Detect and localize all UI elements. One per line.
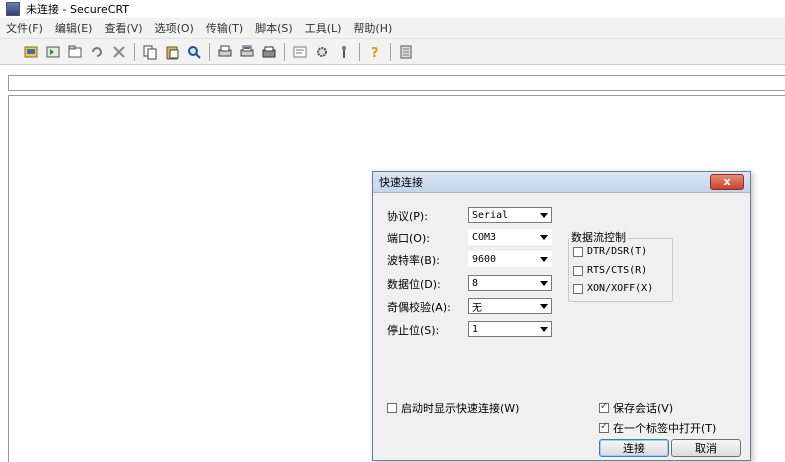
find-icon[interactable] <box>186 44 202 60</box>
cancel-button[interactable]: 取消 <box>671 439 741 457</box>
protocol-label: 协议(P): <box>387 210 428 223</box>
stopbits-value: 1 <box>472 323 479 335</box>
dtr-dsr-checkbox[interactable]: DTR/DSR(T) <box>573 246 647 257</box>
checkbox-box <box>573 246 583 257</box>
port-value: COM3 <box>472 231 497 243</box>
parity-select[interactable]: 无 <box>468 298 552 314</box>
help-icon[interactable]: ? <box>367 44 383 60</box>
session-tab-strip <box>8 75 785 91</box>
toolbar: ? <box>0 39 785 65</box>
sftp-icon[interactable] <box>398 44 414 60</box>
quick-connect-icon[interactable] <box>45 44 61 60</box>
databits-select[interactable]: 8 <box>468 275 552 291</box>
show-on-startup-checkbox[interactable]: 启动时显示快速连接(W) <box>387 400 519 416</box>
rts-cts-label: RTS/CTS(R) <box>587 265 648 276</box>
baud-label: 波特率(B): <box>387 254 440 267</box>
checkbox-box <box>599 401 609 413</box>
menu-bar: 文件(F) 编辑(E) 查看(V) 选项(O) 传输(T) 脚本(S) 工具(L… <box>0 18 785 39</box>
reconnect-icon[interactable] <box>89 44 105 60</box>
close-button[interactable]: x <box>710 174 744 190</box>
close-icon: x <box>723 175 731 188</box>
toolbar-separator <box>390 42 391 61</box>
checkbox-box <box>387 403 397 413</box>
parity-value: 无 <box>472 302 482 314</box>
connect-icon[interactable] <box>23 44 39 60</box>
toolbar-separator <box>284 42 285 61</box>
connect-button[interactable]: 连接 <box>599 439 669 457</box>
flow-control-title: 数据流控制 <box>569 229 628 245</box>
session-options-icon[interactable] <box>292 44 308 60</box>
chevron-down-icon <box>537 257 551 262</box>
baud-select[interactable]: 9600 <box>468 251 552 267</box>
open-in-tab-label: 在一个标签中打开(T) <box>613 422 717 435</box>
chevron-down-icon <box>537 281 551 286</box>
checkbox-box <box>599 421 609 433</box>
databits-label: 数据位(D): <box>387 278 441 291</box>
menu-transfer[interactable]: 传输(T) <box>200 20 249 36</box>
port-label: 端口(O): <box>387 232 430 245</box>
show-on-startup-label: 启动时显示快速连接(W) <box>401 402 520 415</box>
chevron-down-icon <box>537 213 551 218</box>
global-options-icon[interactable] <box>314 44 330 60</box>
open-in-tab-checkbox[interactable]: 在一个标签中打开(T) <box>599 420 716 436</box>
paste-icon[interactable] <box>164 44 180 60</box>
toolbar-separator <box>359 42 360 61</box>
copy-icon[interactable] <box>142 44 158 60</box>
menu-help[interactable]: 帮助(H) <box>347 20 398 36</box>
disconnect-icon[interactable] <box>111 44 127 60</box>
window-title: 未连接 - SecureCRT <box>26 3 130 16</box>
checkbox-box <box>573 283 583 294</box>
baud-value: 9600 <box>472 253 497 265</box>
protocol-value: Serial <box>472 209 509 221</box>
menu-file[interactable]: 文件(F) <box>0 20 49 36</box>
checkbox-box <box>573 265 583 276</box>
menu-script[interactable]: 脚本(S) <box>249 20 299 36</box>
title-bar: 未连接 - SecureCRT <box>0 0 785 18</box>
xon-xoff-checkbox[interactable]: XON/XOFF(X) <box>573 283 653 294</box>
printer-setup-icon[interactable] <box>261 44 277 60</box>
chevron-down-icon <box>537 327 551 332</box>
stopbits-label: 停止位(S): <box>387 324 440 337</box>
toolbar-separator <box>134 42 135 61</box>
menu-view[interactable]: 查看(V) <box>98 20 148 36</box>
chevron-down-icon <box>537 304 551 309</box>
xon-xoff-label: XON/XOFF(X) <box>587 283 654 294</box>
save-session-checkbox[interactable]: 保存会话(V) <box>599 400 673 416</box>
chevron-down-icon <box>537 235 551 240</box>
connect-tab-icon[interactable] <box>67 44 83 60</box>
parity-label: 奇偶校验(A): <box>387 301 451 314</box>
keymap-icon[interactable] <box>336 44 352 60</box>
stopbits-select[interactable]: 1 <box>468 321 552 337</box>
dialog-title: 快速连接 <box>379 176 423 189</box>
print-icon[interactable] <box>217 44 233 60</box>
protocol-select[interactable]: Serial <box>468 207 552 223</box>
quick-connect-dialog: 快速连接 x 协议(P): Serial 端口(O): COM3 波特率(B):… <box>372 171 751 461</box>
dialog-title-bar: 快速连接 x <box>373 172 750 193</box>
rts-cts-checkbox[interactable]: RTS/CTS(R) <box>573 265 647 276</box>
menu-options[interactable]: 选项(O) <box>149 20 200 36</box>
app-icon <box>6 2 20 16</box>
svg-text:?: ? <box>371 46 379 60</box>
save-session-label: 保存会话(V) <box>613 402 674 415</box>
toolbar-separator <box>209 42 210 61</box>
databits-value: 8 <box>472 277 479 289</box>
menu-tools[interactable]: 工具(L) <box>299 20 348 36</box>
port-select[interactable]: COM3 <box>468 229 552 245</box>
menu-edit[interactable]: 编辑(E) <box>49 20 99 36</box>
print-selection-icon[interactable] <box>239 44 255 60</box>
dtr-dsr-label: DTR/DSR(T) <box>587 246 648 257</box>
